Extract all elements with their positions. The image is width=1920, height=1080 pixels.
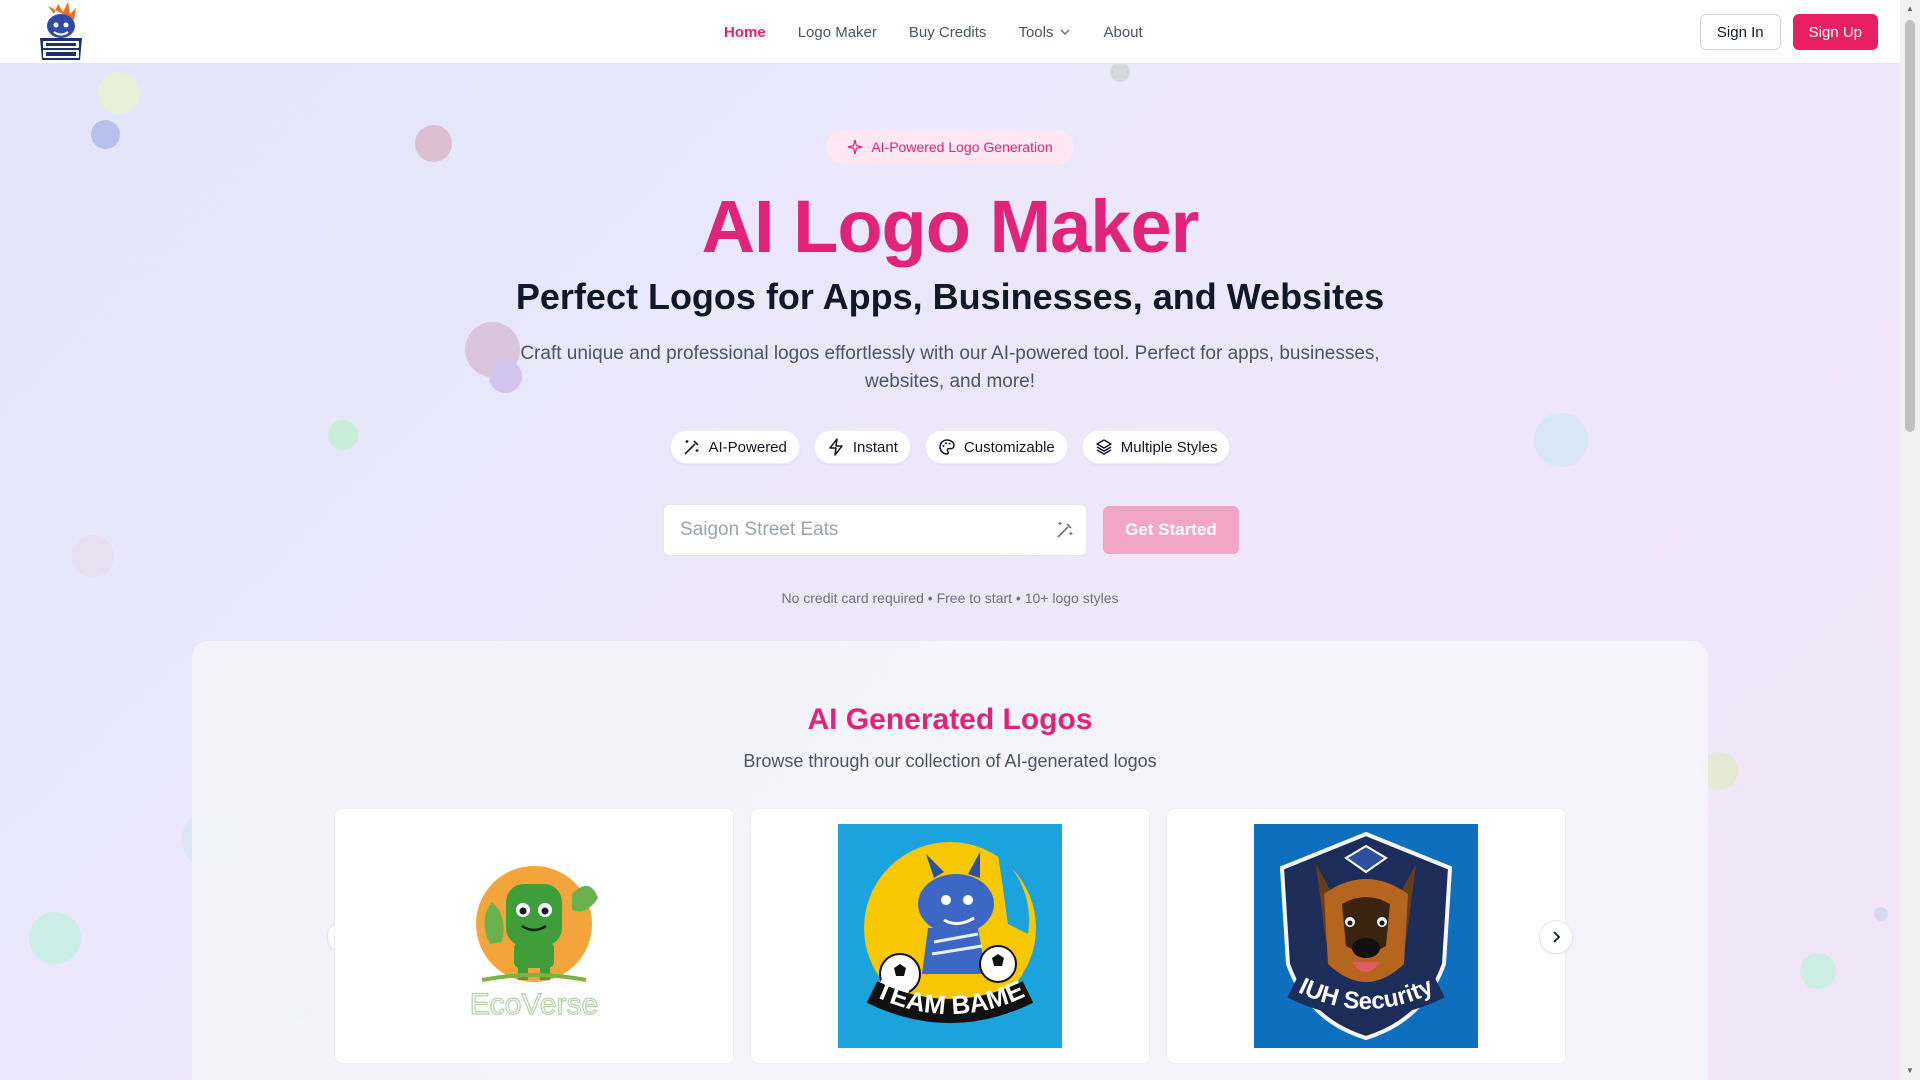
main-nav: Home Logo Maker Buy Credits Tools About [724,0,1175,64]
wand-icon [683,440,699,455]
logo-card[interactable]: TEAM BAME [750,808,1150,1064]
gallery-title: AI Generated Logos [807,703,1093,736]
ecoverse-logo-image: EcoVerse [422,824,646,1048]
decorative-bubble [29,912,81,964]
scroll-down-arrow-icon[interactable]: ▼ [1905,1066,1915,1076]
magic-wand-icon[interactable] [1055,520,1075,540]
page-scrollbar[interactable]: ▲ ▼ [1900,0,1920,1080]
decorative-bubble [72,535,114,577]
palette-icon [939,439,955,455]
bolt-icon [829,438,843,456]
page-title: AI Logo Maker [701,185,1200,268]
nav-logo-maker[interactable]: Logo Maker [798,24,877,41]
feature-chips: AI-Powered Instant Customizable Multiple… [0,430,1900,464]
carousel-next-button[interactable] [1539,920,1573,954]
titans-mascot-icon [40,2,82,60]
sparkle-icon [848,139,863,155]
nav-about[interactable]: About [1103,24,1142,41]
sign-up-button[interactable]: Sign Up [1792,14,1878,50]
feature-chip-label: Customizable [963,438,1055,456]
decorative-bubble [1800,953,1836,989]
decorative-bubble [98,72,140,114]
nav-home[interactable]: Home [724,24,766,41]
feature-chip-multiple-styles: Multiple Styles [1081,430,1231,464]
scroll-up-arrow-icon[interactable]: ▲ [1905,4,1915,14]
brand-logo[interactable] [34,0,88,62]
logo-gallery-section: AI Generated Logos Browse through our co… [192,641,1708,1080]
feature-chip-label: AI-Powered [708,438,787,456]
chevron-right-icon [1553,931,1561,943]
business-name-search [663,504,1087,556]
nav-tools-label: Tools [1018,23,1054,41]
get-started-button[interactable]: Get Started [1103,506,1239,554]
auth-buttons: Sign In Sign Up [1699,14,1878,50]
feature-chip-label: Instant [852,438,898,456]
badge-label: AI-Powered Logo Generation [871,139,1053,155]
gallery-subtitle: Browse through our collection of AI-gene… [743,751,1157,771]
decorative-bubble [1110,62,1130,82]
sign-in-button[interactable]: Sign In [1699,14,1781,50]
hero-footnote: No credit card required • Free to start … [781,590,1119,606]
top-navbar: Home Logo Maker Buy Credits Tools About … [0,0,1900,64]
decorative-bubble [415,125,452,162]
ai-badge: AI-Powered Logo Generation [826,130,1074,164]
logo-card[interactable]: EcoVerse [334,808,734,1064]
feature-chip-customizable: Customizable [924,430,1068,464]
iuh-security-logo-image: IUH Security [1254,824,1478,1048]
ecoverse-wordmark: EcoVerse [470,988,598,1021]
layers-icon [1096,439,1112,455]
logo-card[interactable]: IUH Security [1166,808,1566,1064]
nav-tools[interactable]: Tools [1018,24,1071,41]
decorative-bubble [91,120,120,149]
feature-chip-label: Multiple Styles [1120,438,1218,456]
nav-buy-credits[interactable]: Buy Credits [909,24,987,41]
chevron-down-icon [1060,29,1070,36]
decorative-bubble [1874,907,1888,921]
hero-description: Craft unique and professional logos effo… [520,343,1380,392]
team-bame-logo-image: TEAM BAME [838,824,1062,1048]
feature-chip-ai-powered: AI-Powered [669,430,800,464]
business-name-input[interactable] [663,504,1087,556]
scroll-thumb[interactable] [1905,20,1915,432]
feature-chip-instant: Instant [813,430,911,464]
page-subtitle: Perfect Logos for Apps, Businesses, and … [515,276,1385,317]
